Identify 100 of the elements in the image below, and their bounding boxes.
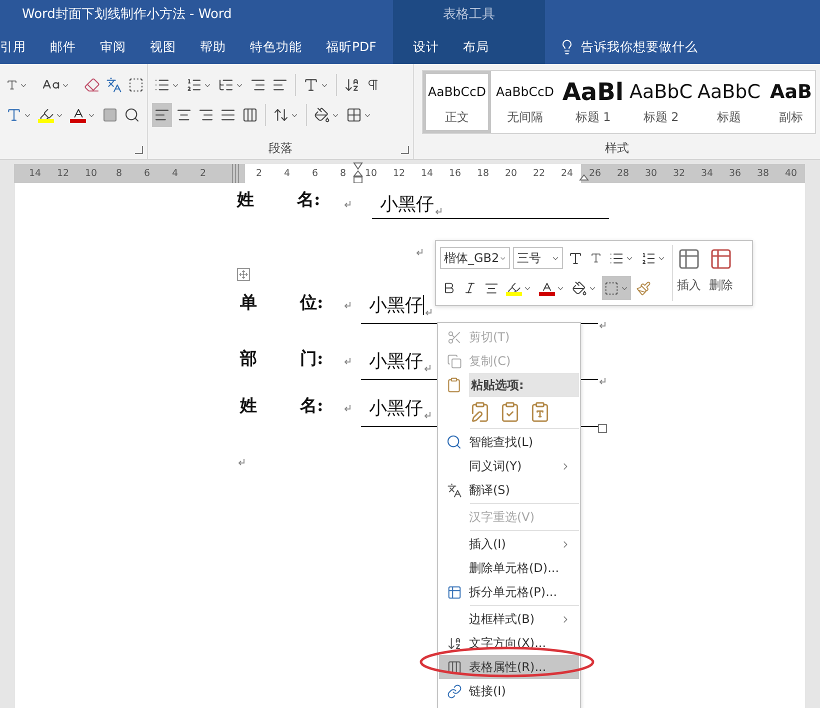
paste-text-only-button[interactable] (529, 401, 551, 423)
paragraph-mark-icon (598, 321, 607, 330)
table-move-handle[interactable] (237, 268, 250, 281)
clipboard-text-icon (529, 401, 551, 423)
style-gallery-item[interactable]: AaBbC 标题 (695, 71, 763, 133)
sort-icon (344, 77, 360, 93)
menu-item[interactable]: 插入(I) (439, 532, 579, 556)
field-label: 部 (238, 348, 258, 371)
end-of-row-icon (598, 424, 607, 433)
ribbon-tab[interactable]: 引用 (0, 30, 38, 64)
style-gallery-item[interactable]: AaBbC 标题 2 (627, 71, 695, 133)
font-name-field[interactable]: 楷体_GB2 (440, 247, 510, 269)
group-label: 段落 (268, 140, 292, 157)
ribbon-tab[interactable]: 特色功能 (238, 30, 314, 64)
style-gallery-item[interactable]: AaBbCcD 正文 (423, 71, 491, 133)
ruler-number: 6 (312, 167, 318, 181)
margin-marker-icon[interactable] (232, 164, 241, 183)
delete-table-button[interactable]: 删除 (705, 245, 737, 301)
ruler-number: 12 (56, 167, 70, 181)
multilevel-list-icon (218, 77, 234, 93)
field-label: 门: (299, 348, 324, 371)
ruler-number: 20 (504, 167, 518, 181)
small-letter-icon (6, 79, 18, 91)
paint-bucket-icon (572, 280, 587, 296)
borders-icon (604, 280, 619, 296)
increase-indent-icon (272, 77, 288, 93)
ribbon-tab[interactable]: 邮件 (38, 30, 88, 64)
ruler-number: 26 (588, 167, 602, 181)
paragraph-mark-icon (423, 364, 432, 373)
outline-letter-icon (6, 107, 22, 123)
dialog-launcher-icon[interactable] (401, 146, 409, 154)
ruler-number: 14 (28, 167, 42, 181)
ruler-number: 34 (700, 167, 714, 181)
tell-me-search[interactable]: 告诉我你想要做什么 (581, 30, 698, 64)
style-name: 标题 (717, 108, 741, 126)
underlined-field[interactable]: 小黑仔 (372, 192, 609, 219)
move-icon (239, 270, 248, 279)
field-label: 名: (298, 395, 324, 418)
decrease-indent-icon (250, 77, 266, 93)
paragraph-mark-icon (415, 248, 424, 257)
indent-marker-icon[interactable] (353, 162, 363, 184)
ribbon-tab[interactable]: 福昕PDF (314, 30, 388, 64)
table-delete-icon (709, 247, 733, 271)
menu-item[interactable]: 同义词(Y) (439, 454, 579, 478)
ruler-number: 28 (616, 167, 630, 181)
table-insert-icon (677, 247, 701, 271)
ruler-number: 24 (560, 167, 574, 181)
paragraph-mark-icon (343, 357, 352, 366)
ruler-number: 6 (144, 167, 150, 181)
menu-item[interactable]: 链接(I) (439, 679, 579, 703)
ruler-number: 10 (364, 167, 378, 181)
menu-item[interactable]: 删除单元格(D)... (439, 556, 579, 580)
clipboard-icon (446, 377, 462, 393)
layout-letter-icon (303, 77, 319, 93)
search-icon (446, 434, 462, 450)
style-preview: AaBl (562, 78, 624, 104)
paste-keep-formatting-button[interactable] (469, 401, 491, 423)
field-value: 小黑仔 (369, 294, 423, 317)
style-gallery-item[interactable]: AaBl 标题 1 (559, 71, 627, 133)
style-gallery-item[interactable]: AaBbCcD 无间隔 (491, 71, 559, 133)
distributed-icon (242, 107, 258, 123)
ruler-number: 4 (172, 167, 178, 181)
style-preview: AaB (770, 80, 812, 104)
style-preview: AaBbC (698, 80, 761, 104)
menu-item[interactable]: 拆分单元格(P)... (439, 580, 579, 604)
justify-icon (220, 107, 236, 123)
shrink-font-icon (590, 252, 602, 264)
ruler-number: 18 (476, 167, 490, 181)
ruler-number: 8 (340, 167, 346, 181)
style-gallery-item[interactable]: AaB 副标 (763, 71, 815, 133)
bold-icon (442, 281, 456, 295)
font-size-field[interactable]: 三号 (513, 247, 563, 269)
insert-table-button[interactable]: 插入 (673, 245, 705, 301)
style-name: 标题 1 (575, 108, 611, 126)
table-split-icon (446, 584, 462, 600)
menu-item[interactable]: 智能查找(L) (439, 430, 579, 454)
translate-icon (446, 482, 462, 498)
field-label: 姓 (237, 189, 255, 212)
ribbon-tab[interactable]: 审阅 (88, 30, 138, 64)
ruler-number: 22 (532, 167, 546, 181)
style-name: 无间隔 (507, 108, 543, 126)
dialog-launcher-icon[interactable] (135, 146, 143, 154)
table-properties-icon (446, 660, 462, 674)
align-left-button[interactable] (152, 103, 172, 127)
ribbon-tab[interactable]: 帮助 (188, 30, 238, 64)
italic-icon (463, 281, 477, 295)
menu-item[interactable]: 边框样式(B) (439, 607, 579, 631)
field-label: 姓 (238, 395, 258, 418)
line-spacing-icon (273, 107, 289, 123)
ribbon-tab[interactable]: 视图 (138, 30, 188, 64)
ruler-number: 4 (284, 167, 290, 181)
menu-item[interactable]: 翻译(S) (439, 478, 579, 502)
link-icon (446, 684, 462, 698)
align-right-icon (198, 107, 214, 123)
menu-item[interactable]: 表格属性(R)... (439, 655, 579, 679)
paragraph-mark-icon (434, 207, 443, 216)
ruler-number: 12 (392, 167, 406, 181)
align-center-icon (176, 107, 192, 123)
field-value: 小黑仔 (369, 397, 423, 420)
ruler-number: 8 (116, 167, 122, 181)
